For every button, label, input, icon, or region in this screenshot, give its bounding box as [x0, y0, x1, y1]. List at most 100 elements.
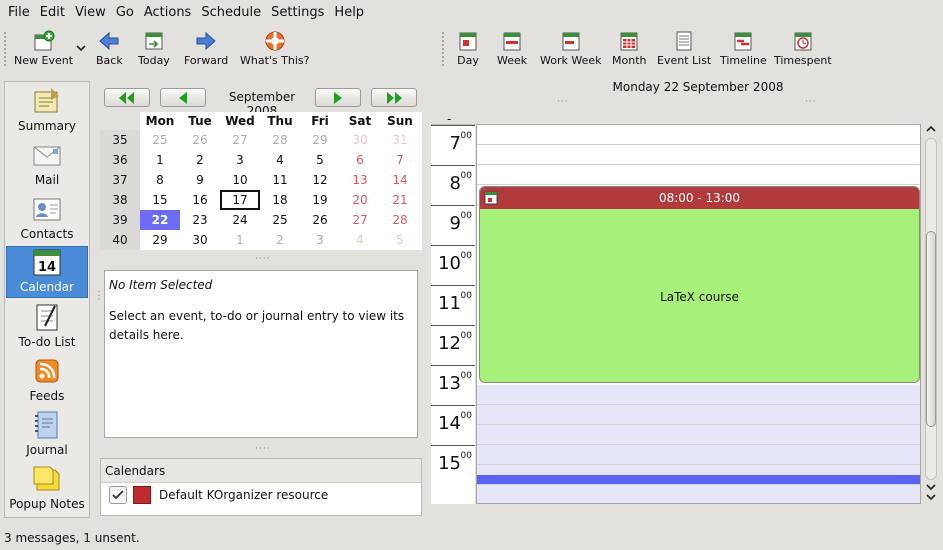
day-cell[interactable]: 4	[340, 230, 380, 250]
time-slot[interactable]	[477, 405, 920, 425]
day-cell[interactable]: 27	[220, 130, 260, 150]
day-cell[interactable]: 18	[260, 190, 300, 210]
day-cell[interactable]: 8	[140, 170, 180, 190]
day-cell[interactable]: 30	[340, 130, 380, 150]
day-cell[interactable]: 3	[220, 150, 260, 170]
time-slot[interactable]	[477, 425, 920, 445]
day-cell[interactable]: 26	[300, 210, 340, 230]
day-cell[interactable]: 13	[340, 170, 380, 190]
scroll-up-icon[interactable]	[925, 124, 937, 134]
time-slot[interactable]	[477, 485, 920, 503]
day-cell[interactable]: 7	[380, 150, 420, 170]
day-cell[interactable]: 29	[300, 130, 340, 150]
work-week-view-button[interactable]: Work Week	[540, 30, 602, 67]
menu-schedule[interactable]: Schedule	[193, 5, 261, 20]
sidebar-item-popup-notes[interactable]: Popup Notes	[6, 462, 88, 514]
splitter-handle[interactable]: ···	[93, 290, 103, 302]
sidebar-item-calendar[interactable]: 14 Calendar	[6, 246, 88, 298]
day-cell[interactable]: 5	[380, 230, 420, 250]
scrollbar-track[interactable]	[925, 138, 937, 480]
day-cell[interactable]: 1	[220, 230, 260, 250]
day-cell[interactable]: 14	[380, 170, 420, 190]
splitter-handle[interactable]: ···	[557, 97, 569, 107]
toolbar-grip[interactable]	[442, 32, 445, 66]
day-view-button[interactable]: Day	[457, 30, 479, 67]
menu-settings[interactable]: Settings	[263, 5, 324, 20]
month-view-button[interactable]: Month	[612, 30, 646, 67]
timeline-view-button[interactable]: Timeline	[720, 30, 767, 67]
day-cell[interactable]: 25	[260, 210, 300, 230]
menu-view[interactable]: View	[67, 5, 106, 20]
event-latex-course[interactable]: 08:00 - 13:00 LaTeX course	[479, 186, 920, 383]
day-cell[interactable]: 27	[340, 210, 380, 230]
day-cell-today[interactable]: 17	[220, 190, 260, 210]
menu-go[interactable]: Go	[108, 5, 134, 20]
calendar-resource-row[interactable]: Default KOrganizer resource	[101, 483, 421, 507]
day-cell[interactable]: 29	[140, 230, 180, 250]
chevron-down-icon[interactable]	[76, 44, 86, 52]
day-cell[interactable]: 19	[300, 190, 340, 210]
day-cell[interactable]: 28	[380, 210, 420, 230]
resource-checkbox[interactable]	[109, 486, 127, 504]
day-cell[interactable]: 12	[300, 170, 340, 190]
splitter-handle[interactable]: ···	[805, 97, 817, 107]
day-cell[interactable]: 23	[180, 210, 220, 230]
menu-file[interactable]: File	[0, 5, 30, 20]
whats-this-button[interactable]: What's This?	[240, 30, 309, 67]
menu-edit[interactable]: Edit	[32, 5, 65, 20]
time-slot[interactable]	[477, 145, 920, 165]
scroll-down-icon[interactable]	[925, 482, 937, 492]
agenda-vertical-scrollbar[interactable]	[923, 124, 940, 504]
new-event-button[interactable]: New Event	[14, 30, 73, 67]
week-view-button[interactable]: Week	[497, 30, 527, 67]
day-cell[interactable]: 10	[220, 170, 260, 190]
menu-actions[interactable]: Actions	[136, 5, 192, 20]
event-list-view-button[interactable]: Event List	[657, 30, 711, 67]
time-slot[interactable]	[477, 165, 920, 185]
day-cell[interactable]: 9	[180, 170, 220, 190]
menu-help[interactable]: Help	[326, 5, 364, 20]
day-cell[interactable]: 5	[300, 150, 340, 170]
next-year-button[interactable]	[371, 88, 417, 107]
sidebar-item-todo-list[interactable]: To-do List	[6, 300, 88, 352]
scrollbar-thumb[interactable]	[926, 231, 936, 427]
day-cell[interactable]: 21	[380, 190, 420, 210]
day-cell[interactable]: 4	[260, 150, 300, 170]
day-cell[interactable]: 11	[260, 170, 300, 190]
splitter-handle[interactable]: ····	[255, 444, 270, 454]
day-cell[interactable]: 2	[260, 230, 300, 250]
back-button[interactable]: Back	[96, 30, 123, 67]
sidebar-item-mail[interactable]: Mail	[6, 138, 88, 190]
next-month-button[interactable]	[315, 88, 361, 107]
week-number[interactable]: 35	[100, 130, 140, 150]
week-number[interactable]: 39	[100, 210, 140, 230]
week-number[interactable]: 38	[100, 190, 140, 210]
day-cell[interactable]: 1	[140, 150, 180, 170]
previous-month-button[interactable]	[160, 88, 206, 107]
time-slot[interactable]	[477, 445, 920, 465]
day-cell[interactable]: 20	[340, 190, 380, 210]
timespent-view-button[interactable]: Timespent	[774, 30, 832, 67]
week-number[interactable]: 40	[100, 230, 140, 250]
time-slot[interactable]	[477, 125, 920, 145]
today-button[interactable]: Today	[138, 30, 170, 67]
day-cell[interactable]: 15	[140, 190, 180, 210]
sidebar-item-journal[interactable]: Journal	[6, 408, 88, 460]
week-number[interactable]: 36	[100, 150, 140, 170]
toolbar-grip[interactable]	[4, 32, 7, 66]
sidebar-item-feeds[interactable]: Feeds	[6, 354, 88, 406]
day-cell[interactable]: 6	[340, 150, 380, 170]
forward-button[interactable]: Forward	[184, 30, 228, 67]
splitter-handle[interactable]: ····	[255, 254, 270, 264]
day-cell[interactable]: 2	[180, 150, 220, 170]
day-cell[interactable]: 3	[300, 230, 340, 250]
day-cell[interactable]: 16	[180, 190, 220, 210]
agenda-day-view[interactable]: 08:00 - 13:00 LaTeX course	[476, 124, 921, 504]
day-cell[interactable]: 31	[380, 130, 420, 150]
sidebar-item-summary[interactable]: Summary	[6, 84, 88, 136]
day-cell[interactable]: 26	[180, 130, 220, 150]
day-cell[interactable]: 28	[260, 130, 300, 150]
day-cell[interactable]: 30	[180, 230, 220, 250]
week-number[interactable]: 37	[100, 170, 140, 190]
day-cell[interactable]: 25	[140, 130, 180, 150]
